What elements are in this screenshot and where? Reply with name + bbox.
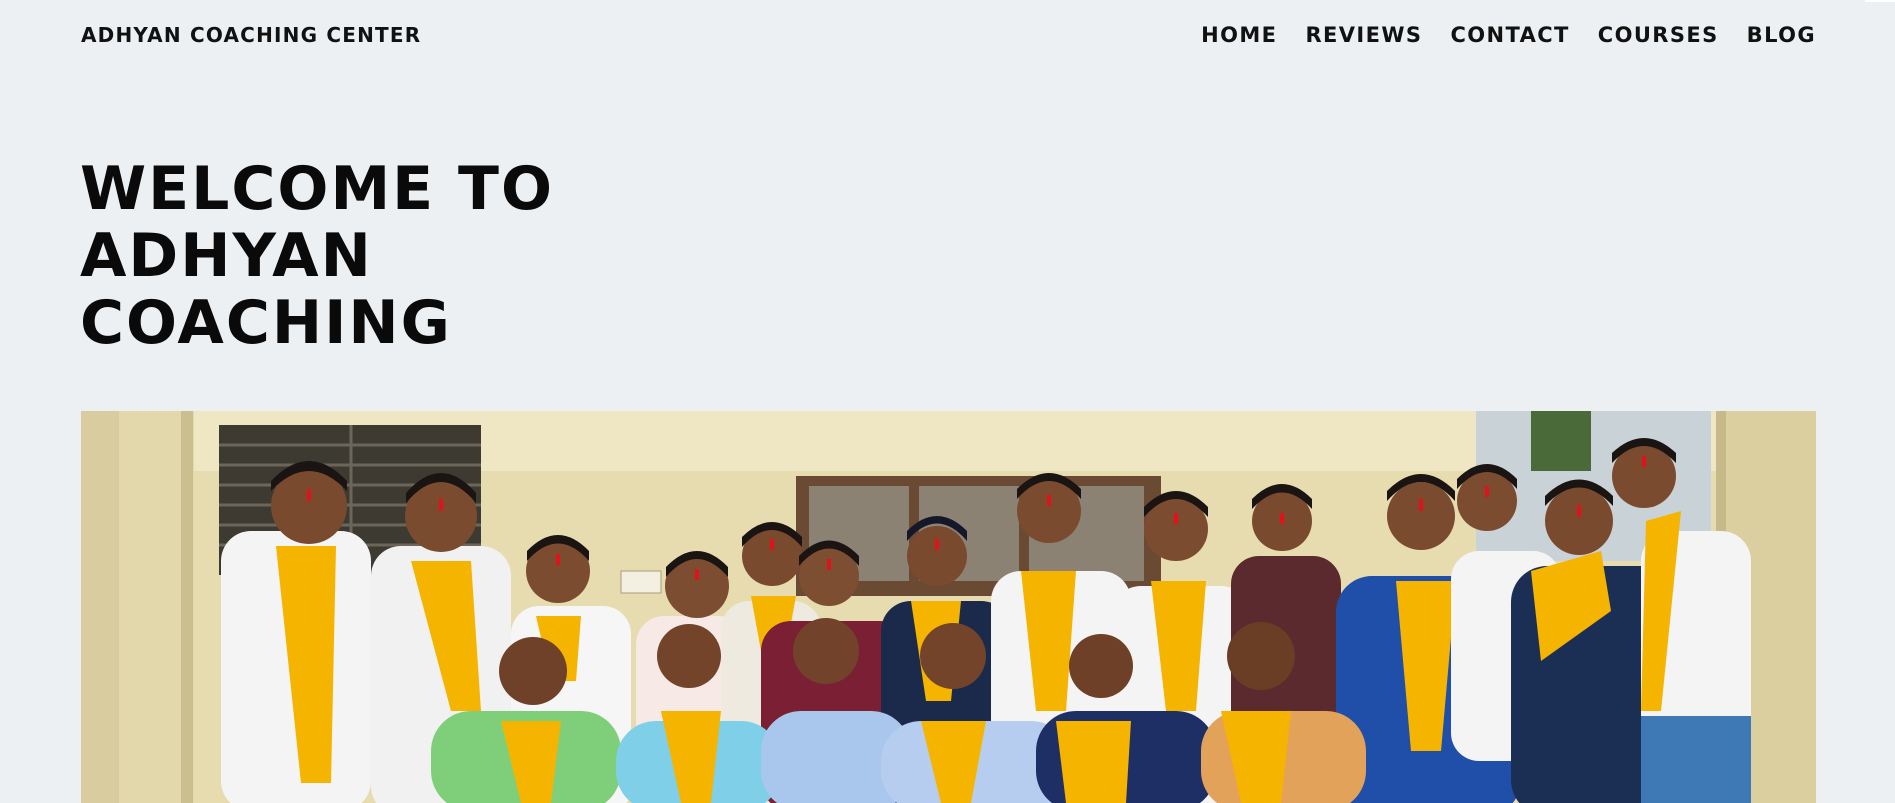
page: ADHYAN COACHING CENTER HOME REVIEWS CONT… [0, 0, 1895, 803]
hero-title-line: WELCOME TO [80, 154, 554, 224]
main-nav: HOME REVIEWS CONTACT COURSES BLOG [1201, 23, 1816, 47]
brand-logo-link[interactable]: ADHYAN COACHING CENTER [81, 23, 421, 47]
nav-blog[interactable]: BLOG [1747, 23, 1816, 47]
nav-home[interactable]: HOME [1201, 23, 1277, 47]
hero-title-line: ADHYAN [80, 221, 373, 291]
site-header: ADHYAN COACHING CENTER HOME REVIEWS CONT… [81, 18, 1816, 52]
hero-title: WELCOME TO ADHYAN COACHING [80, 156, 720, 357]
hero-title-line: COACHING [80, 288, 452, 358]
nav-contact[interactable]: CONTACT [1450, 23, 1569, 47]
hero-group-photo [81, 411, 1816, 803]
scroll-indicator [1865, 0, 1895, 2]
nav-courses[interactable]: COURSES [1598, 23, 1719, 47]
group-photo-illustration [81, 411, 1816, 803]
nav-reviews[interactable]: REVIEWS [1305, 23, 1422, 47]
